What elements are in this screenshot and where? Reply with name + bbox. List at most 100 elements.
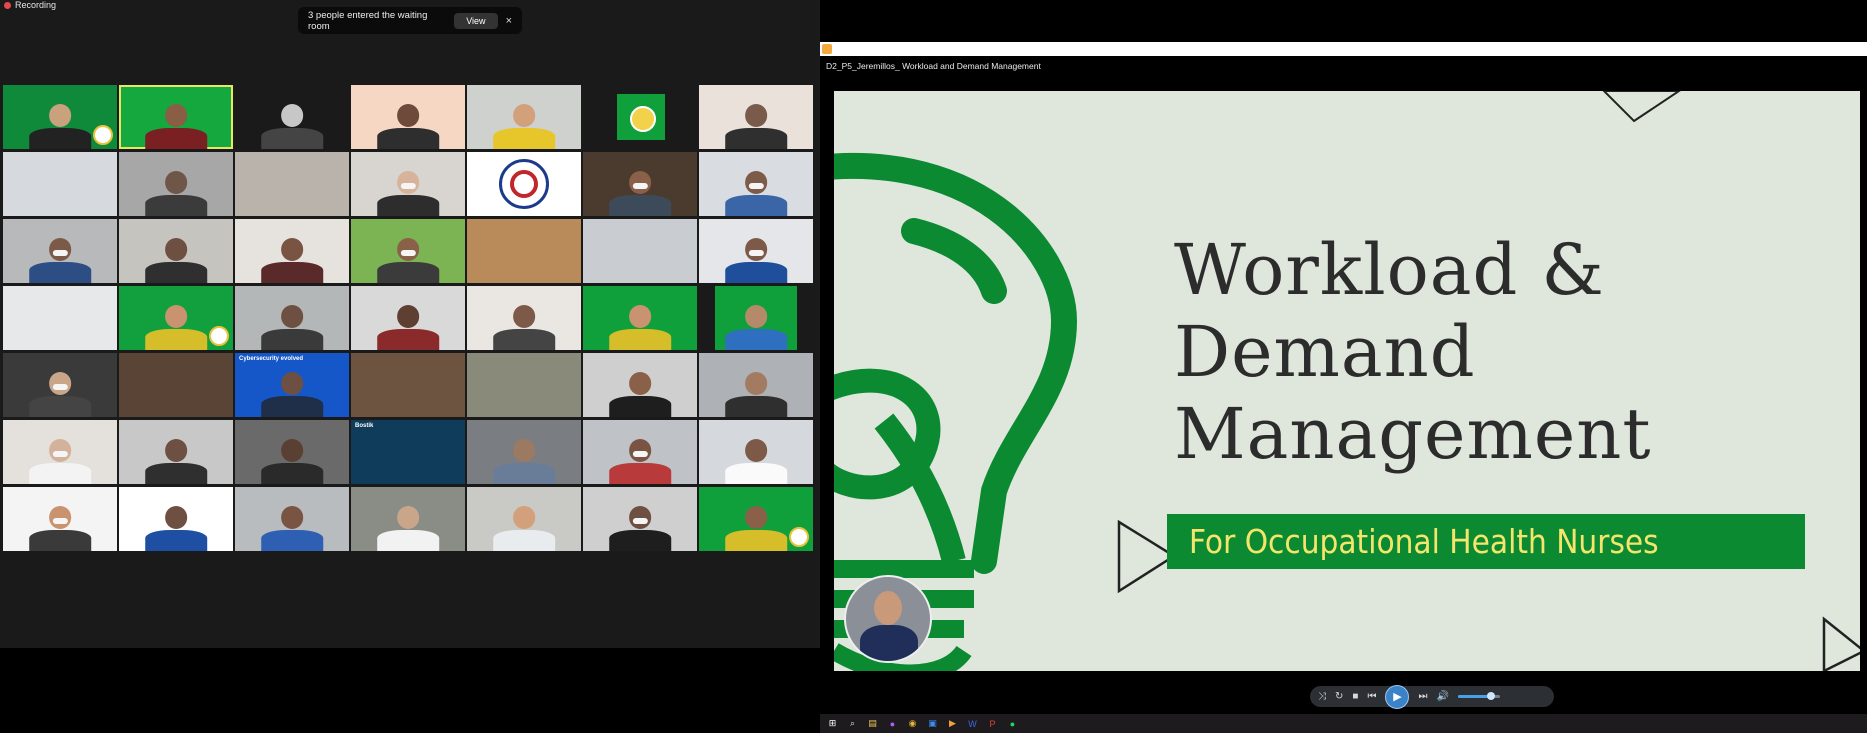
participant-body [377, 329, 439, 350]
close-notification-icon[interactable]: × [506, 15, 512, 27]
stop-button[interactable]: ■ [1352, 691, 1358, 702]
organization-logo-icon [617, 94, 665, 140]
spotify-icon[interactable]: ● [1006, 717, 1019, 730]
participant-head [164, 238, 188, 261]
chrome-icon[interactable]: ◉ [906, 717, 919, 730]
participant-video-tile[interactable] [119, 152, 233, 216]
previous-button[interactable]: ⏮ [1367, 691, 1376, 702]
recording-dot-icon [4, 1, 11, 9]
next-button[interactable]: ⏭ [1418, 691, 1427, 702]
participant-video-tile[interactable] [699, 420, 813, 484]
participant-head [280, 439, 304, 462]
recording-indicator[interactable]: Recording [4, 0, 56, 10]
zoom-icon[interactable]: ▣ [926, 717, 939, 730]
participant-video-tile[interactable] [3, 85, 117, 149]
participant-silhouette [145, 104, 207, 149]
participant-head [744, 372, 768, 395]
participant-video-tile[interactable] [583, 286, 697, 350]
participant-silhouette [609, 171, 671, 216]
player-title-bar [820, 42, 1867, 56]
participant-video-tile[interactable] [583, 85, 697, 149]
pdf-icon[interactable]: P [986, 717, 999, 730]
participant-video-tile[interactable] [3, 219, 117, 283]
messenger-icon[interactable]: ● [886, 717, 899, 730]
participant-video-tile[interactable] [3, 420, 117, 484]
participant-video-tile[interactable] [583, 487, 697, 551]
participant-video-tile[interactable] [351, 487, 465, 551]
participant-video-tile[interactable] [119, 420, 233, 484]
participant-body [261, 396, 323, 417]
participant-video-tile[interactable] [699, 219, 813, 283]
play-button[interactable]: ▶ [1385, 684, 1410, 709]
participant-body [29, 396, 91, 417]
participant-video-tile[interactable] [467, 353, 581, 417]
participant-video-tile[interactable] [467, 420, 581, 484]
participant-body [609, 463, 671, 484]
presenter-head [874, 591, 902, 625]
participant-video-tile[interactable] [583, 420, 697, 484]
participant-video-tile[interactable] [119, 219, 233, 283]
windows-start-icon[interactable]: ⊞ [826, 717, 839, 730]
participant-head [744, 506, 768, 529]
participant-video-tile[interactable] [699, 353, 813, 417]
participant-video-tile[interactable] [3, 353, 117, 417]
participant-video-tile[interactable]: Bostik [351, 420, 465, 484]
participant-head [744, 439, 768, 462]
participant-video-tile[interactable] [467, 219, 581, 283]
participant-video-tile[interactable] [119, 487, 233, 551]
participant-video-tile[interactable] [699, 152, 813, 216]
participant-body [377, 262, 439, 283]
volume-slider[interactable] [1457, 692, 1500, 700]
participant-body [261, 262, 323, 283]
media-player-icon[interactable]: ▶ [946, 717, 959, 730]
participant-video-tile[interactable] [235, 487, 349, 551]
participant-video-tile[interactable] [351, 219, 465, 283]
participant-head [396, 506, 420, 529]
shuffle-icon[interactable]: ⤨ [1318, 691, 1326, 702]
participant-body [609, 530, 671, 551]
volume-knob[interactable] [1487, 692, 1496, 700]
organization-badge-icon [93, 125, 113, 145]
participant-video-tile[interactable] [235, 85, 349, 149]
file-explorer-icon[interactable]: ▤ [866, 717, 879, 730]
participant-body [145, 463, 207, 484]
participant-body [145, 128, 207, 149]
face-mask [400, 182, 416, 190]
participant-video-tile[interactable] [467, 152, 581, 216]
participant-video-tile[interactable] [351, 353, 465, 417]
participant-video-tile[interactable] [351, 85, 465, 149]
repeat-icon[interactable]: ↻ [1335, 691, 1343, 702]
slide-subtitle: For Occupational Health Nurses [1189, 522, 1659, 561]
participant-video-tile[interactable] [467, 85, 581, 149]
participant-video-tile[interactable] [583, 219, 697, 283]
participant-video-tile[interactable] [235, 219, 349, 283]
participant-video-tile[interactable] [467, 286, 581, 350]
word-icon[interactable]: W [966, 717, 979, 730]
participant-video-tile[interactable] [119, 286, 233, 350]
view-waiting-room-button[interactable]: View [454, 12, 498, 29]
participant-video-tile[interactable] [3, 286, 117, 350]
participant-video-tile[interactable] [235, 152, 349, 216]
participant-video-tile[interactable]: Cybersecurity evolved [235, 353, 349, 417]
volume-icon[interactable]: 🔊 [1436, 691, 1448, 702]
participant-video-tile[interactable] [119, 85, 233, 149]
participant-video-tile[interactable] [699, 487, 813, 551]
participant-video-tile[interactable] [351, 286, 465, 350]
participant-video-tile[interactable] [119, 353, 233, 417]
search-icon[interactable]: ⌕ [846, 717, 859, 730]
participant-video-tile[interactable] [467, 487, 581, 551]
waiting-room-message: 3 people entered the waiting room [308, 9, 428, 32]
participant-silhouette [377, 171, 439, 216]
participant-video-tile[interactable] [235, 286, 349, 350]
participant-video-tile[interactable] [699, 85, 813, 149]
participant-video-tile[interactable] [235, 420, 349, 484]
participant-silhouette [725, 238, 787, 283]
participant-silhouette [261, 305, 323, 350]
participant-video-tile[interactable] [699, 286, 813, 350]
participant-body [261, 463, 323, 484]
participant-video-tile[interactable] [583, 353, 697, 417]
participant-video-tile[interactable] [3, 487, 117, 551]
participant-video-tile[interactable] [3, 152, 117, 216]
participant-video-tile[interactable] [583, 152, 697, 216]
participant-video-tile[interactable] [351, 152, 465, 216]
